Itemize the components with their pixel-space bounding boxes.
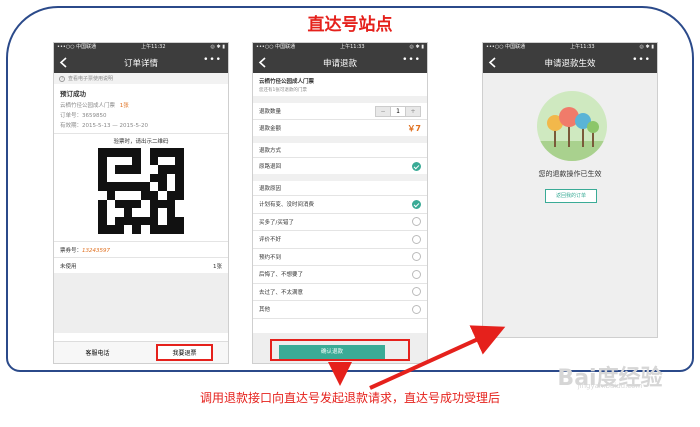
caption-text: 调用退款接口向直达号发起退款请求，直达号成功受理后 (199, 391, 500, 405)
diagonal-arrow-icon (369, 325, 506, 390)
